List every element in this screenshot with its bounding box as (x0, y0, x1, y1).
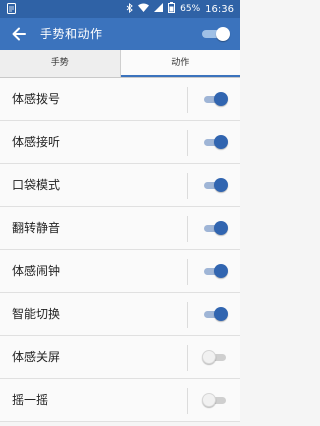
setting-row-flip-mute[interactable]: 翻转静音 (0, 207, 240, 250)
setting-row-shake[interactable]: 摇一摇 (0, 379, 240, 422)
divider (187, 302, 188, 328)
motion-alarm-switch[interactable] (202, 264, 228, 278)
divider (187, 87, 188, 113)
page-title: 手势和动作 (40, 27, 103, 41)
smart-switch-switch[interactable] (202, 307, 228, 321)
wifi-icon (138, 3, 150, 15)
setting-label: 智能切换 (12, 307, 61, 321)
divider (187, 259, 188, 285)
signal-icon (154, 3, 164, 15)
master-toggle-switch[interactable] (202, 27, 230, 41)
setting-label: 体感拨号 (12, 92, 61, 106)
setting-row-smart-switch[interactable]: 智能切换 (0, 293, 240, 336)
setting-row-motion-answer[interactable]: 体感接听 (0, 121, 240, 164)
battery-icon (168, 2, 176, 16)
flip-mute-switch[interactable] (202, 221, 228, 235)
divider (187, 388, 188, 414)
motion-dial-switch[interactable] (202, 92, 228, 106)
divider (187, 173, 188, 199)
divider (187, 216, 188, 242)
divider (187, 345, 188, 371)
setting-label: 体感闹钟 (12, 264, 61, 278)
motion-screen-off-switch[interactable] (202, 350, 228, 364)
battery-percent: 65% (180, 4, 201, 14)
motion-answer-switch[interactable] (202, 135, 228, 149)
setting-row-motion-screen-off[interactable]: 体感关屏 (0, 336, 240, 379)
clock: 16:36 (205, 3, 234, 15)
setting-label: 体感关屏 (12, 350, 61, 364)
divider (187, 130, 188, 156)
setting-label: 体感接听 (12, 135, 61, 149)
setting-label: 摇一摇 (12, 393, 49, 407)
setting-row-motion-dial[interactable]: 体感拨号 (0, 78, 240, 121)
master-toggle-knob (216, 27, 230, 41)
setting-label: 口袋模式 (12, 178, 61, 192)
shake-switch[interactable] (202, 393, 228, 407)
pocket-mode-switch[interactable] (202, 178, 228, 192)
status-bar: 65% 16:36 (0, 0, 240, 18)
setting-row-motion-alarm[interactable]: 体感闹钟 (0, 250, 240, 293)
bluetooth-icon (126, 2, 133, 16)
tab-gestures[interactable]: 手势 (0, 50, 121, 77)
tab-actions[interactable]: 动作 (120, 50, 240, 77)
tab-bar: 手势 动作 (0, 50, 240, 78)
notification-icon (7, 3, 16, 17)
toolbar: 手势和动作 (0, 18, 240, 50)
setting-row-pocket-mode[interactable]: 口袋模式 (0, 164, 240, 207)
settings-list: 体感拨号 体感接听 口袋模式 翻转静音 体感闹钟 智能切换 体感关屏 摇一摇 (0, 78, 240, 422)
back-arrow-icon[interactable] (10, 25, 28, 43)
setting-label: 翻转静音 (12, 221, 61, 235)
